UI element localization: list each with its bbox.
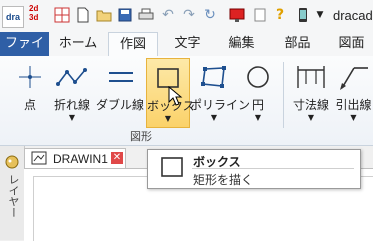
tooltip-description: 矩形を描く	[193, 173, 254, 187]
polygon-dropdown-icon[interactable]: ▼	[190, 113, 238, 122]
ribbon-panel: 点 折れ線 ▼ ダブル線 ボックス ▼ ポリライン ▼ 円 ▼ 寸法線 ▼ 引出…	[0, 56, 373, 146]
dimension-dropdown-icon[interactable]: ▼	[288, 113, 334, 122]
phone-icon[interactable]	[295, 7, 311, 23]
window-title: dracad	[333, 8, 373, 23]
polyline-icon	[56, 68, 87, 86]
tab-file[interactable]: ファイル	[0, 32, 49, 75]
print-icon[interactable]	[138, 7, 154, 23]
double-line-button[interactable]: ダブル線	[96, 56, 144, 128]
open-folder-icon[interactable]	[96, 7, 112, 23]
circle-icon	[247, 66, 269, 88]
monitor-icon[interactable]	[229, 7, 245, 23]
tab-edit[interactable]: 編集	[219, 32, 264, 56]
close-document-icon[interactable]: ✕	[111, 152, 123, 164]
leader-label: 引出線	[335, 98, 372, 112]
leader-dropdown-icon[interactable]: ▼	[334, 113, 373, 122]
help-icon[interactable]: ?	[272, 7, 288, 23]
point-button[interactable]: 点	[12, 56, 48, 128]
leader-button[interactable]: 引出線 ▼	[334, 56, 373, 128]
layer-panel-icon	[5, 155, 19, 169]
polyline-button[interactable]: 折れ線 ▼	[50, 56, 94, 128]
dimension-icon	[297, 66, 325, 88]
undo-icon[interactable]: ↶	[160, 7, 176, 23]
quick-access-toolbar: dra 2d 3d ↶ ↷ ↻ ? ▼ dracad	[0, 0, 373, 32]
layer-side-label: レイヤー	[7, 174, 20, 218]
polygon-button[interactable]: ポリライン ▼	[190, 56, 251, 128]
new-file-icon[interactable]	[75, 7, 91, 23]
box-dropdown-icon[interactable]: ▼	[147, 114, 189, 123]
leader-icon	[340, 67, 368, 90]
polygon-icon	[201, 66, 226, 88]
tab-drawing[interactable]: 図面	[330, 32, 373, 56]
double-line-icon	[109, 72, 133, 82]
double-line-label: ダブル線	[96, 98, 145, 112]
point-label: 点	[23, 98, 36, 112]
refresh-icon[interactable]: ↻	[202, 7, 218, 23]
tab-home[interactable]: ホーム	[52, 32, 104, 56]
ribbon-group-label: 図形	[130, 130, 152, 143]
dimension-button[interactable]: 寸法線 ▼	[288, 56, 334, 128]
tab-text[interactable]: 文字	[165, 32, 210, 56]
tooltip-divider	[192, 168, 354, 169]
save-icon[interactable]	[117, 7, 133, 23]
layer-side-panel[interactable]: レイヤー	[0, 146, 25, 240]
blank-icon[interactable]	[252, 7, 268, 23]
polyline-label: 折れ線	[53, 98, 90, 112]
tab-draw[interactable]: 作図	[108, 32, 158, 57]
box-tooltip: ボックス 矩形を描く	[147, 149, 361, 189]
app-logo[interactable]: dra	[2, 6, 24, 28]
point-icon	[19, 66, 41, 88]
logo-3d-label: 3d	[29, 13, 39, 22]
dimension-label: 寸法線	[292, 98, 329, 112]
customize-qat-icon[interactable]: ▼	[312, 7, 328, 23]
polyline-dropdown-icon[interactable]: ▼	[50, 113, 94, 122]
circle-label: 円	[251, 98, 264, 112]
ribbon-tab-row: ファイル ホーム 作図 文字 編集 部品 図面	[0, 32, 373, 75]
ribbon-separator	[283, 62, 284, 128]
mode-2d3d-icon[interactable]: 2d 3d	[29, 4, 38, 22]
document-icon	[31, 151, 47, 165]
tab-parts[interactable]: 部品	[275, 32, 320, 56]
mouse-cursor-icon	[168, 86, 183, 106]
redo-icon[interactable]: ↷	[181, 7, 197, 23]
logo-2d-label: 2d	[29, 4, 39, 13]
document-tab-title: DRAWIN1	[53, 152, 108, 166]
document-tab[interactable]: DRAWIN1 ✕	[24, 148, 126, 169]
polygon-label: ポリライン	[190, 98, 251, 112]
grid-icon[interactable]	[54, 7, 70, 23]
circle-button[interactable]: 円 ▼	[240, 56, 276, 128]
tooltip-box-icon	[161, 157, 183, 177]
circle-dropdown-icon[interactable]: ▼	[240, 113, 276, 122]
